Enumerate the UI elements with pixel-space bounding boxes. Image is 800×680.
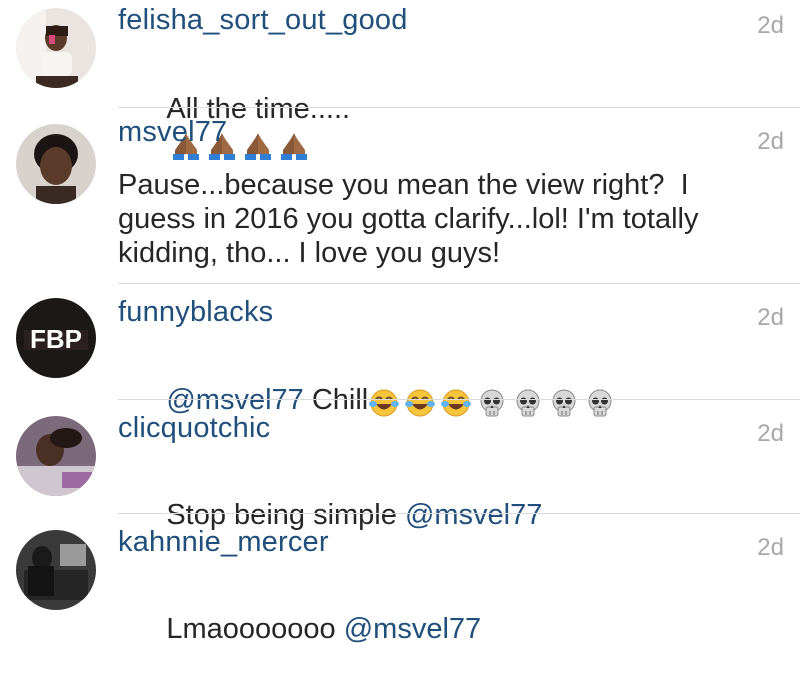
avatar[interactable] <box>16 8 96 88</box>
comment-body: Lmaooooooo <box>166 613 344 645</box>
comment-item: FBP funnyblacks 2d @msvel77 Chill <box>0 284 800 417</box>
avatar[interactable]: FBP <box>16 298 96 378</box>
avatar[interactable] <box>16 416 96 496</box>
comment-timestamp: 2d <box>757 420 784 447</box>
comment-item: felisha_sort_out_good 2d All the time...… <box>0 0 800 160</box>
comment-username[interactable]: felisha_sort_out_good <box>118 4 408 37</box>
comment-text: Pause...because you mean the view right?… <box>118 169 707 269</box>
comment-username[interactable]: msvel77 <box>118 116 227 149</box>
comment-timestamp: 2d <box>757 304 784 331</box>
comment-timestamp: 2d <box>757 128 784 155</box>
avatar-photo <box>16 8 96 88</box>
comment-username[interactable]: clicquotchic <box>118 412 270 445</box>
avatar[interactable] <box>16 124 96 204</box>
comment-timestamp: 2d <box>757 534 784 561</box>
comment-username[interactable]: kahnnie_mercer <box>118 526 329 559</box>
avatar-photo <box>16 124 96 204</box>
comment-username[interactable]: funnyblacks <box>118 296 273 329</box>
avatar-photo <box>16 416 96 496</box>
comment-timestamp: 2d <box>757 12 784 39</box>
comment-item: clicquotchic 2d Stop being simple @msvel… <box>0 400 800 531</box>
avatar-photo: FBP <box>16 298 96 378</box>
comment-list: felisha_sort_out_good 2d All the time...… <box>0 0 800 645</box>
avatar[interactable] <box>16 530 96 610</box>
comment-text: Lmaooooooo @msvel77 <box>118 578 758 680</box>
comment-item: kahnnie_mercer 2d Lmaooooooo @msvel77 <box>0 514 800 645</box>
comment-item: msvel77 2d Pause...because you mean the … <box>0 108 800 284</box>
avatar-photo <box>16 530 96 610</box>
avatar-logo-text: FBP <box>30 324 82 354</box>
mention-link[interactable]: @msvel77 <box>344 613 481 645</box>
